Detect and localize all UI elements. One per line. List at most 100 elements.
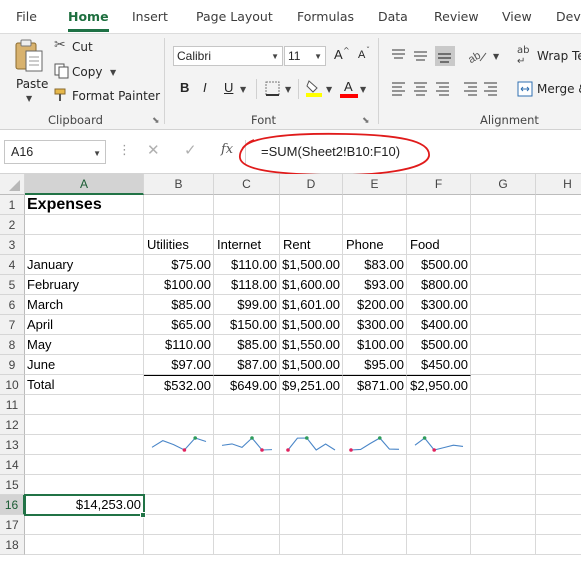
tab-view[interactable]: View [502,0,532,33]
cell-b12[interactable] [144,415,214,435]
insert-function-icon[interactable]: fx [221,142,233,157]
cell-c4[interactable]: $110.00 [214,255,280,275]
fill-color-icon[interactable] [305,78,323,98]
horizontal-align-icons[interactable] [390,80,500,98]
clipboard-launcher-icon[interactable]: ⬊ [152,116,160,126]
cell-h14[interactable] [536,455,581,475]
cell-h3[interactable] [536,235,581,255]
column-header-h[interactable]: H [536,174,581,195]
cell-b6[interactable]: $85.00 [144,295,214,315]
grow-font-button[interactable]: A ^ [332,46,350,66]
row-header-1[interactable]: 1 [0,195,25,215]
cell-a1[interactable]: Expenses [25,195,144,215]
tab-file[interactable]: File [16,0,37,33]
cell-b4[interactable]: $75.00 [144,255,214,275]
cell-b9[interactable]: $97.00 [144,355,214,375]
cell-e18[interactable] [343,535,407,555]
cell-f1[interactable] [407,195,471,215]
cell-b5[interactable]: $100.00 [144,275,214,295]
cell-b16[interactable] [144,495,214,515]
cell-a14[interactable] [25,455,144,475]
cell-d4[interactable]: $1,500.00 [280,255,343,275]
cell-e3[interactable]: Phone [343,235,407,255]
cell-b11[interactable] [144,395,214,415]
cell-b15[interactable] [144,475,214,495]
copy-dropdown-icon[interactable]: ▼ [110,68,116,77]
row-header-6[interactable]: 6 [0,295,25,315]
cell-e6[interactable]: $200.00 [343,295,407,315]
cell-c2[interactable] [214,215,280,235]
underline-button[interactable]: U [224,80,233,95]
font-size-select[interactable]: 11 ▼ [284,46,326,66]
cell-e15[interactable] [343,475,407,495]
font-name-select[interactable]: Calibri ▼ [173,46,283,66]
cell-c11[interactable] [214,395,280,415]
row-header-8[interactable]: 8 [0,335,25,355]
tab-data[interactable]: Data [378,0,408,33]
cell-a10[interactable]: Total [25,375,144,395]
formula-input[interactable]: =SUM(Sheet2!B10:F10) [245,140,581,164]
tab-page-layout[interactable]: Page Layout [196,0,273,33]
cell-d5[interactable]: $1,600.00 [280,275,343,295]
cell-h1[interactable] [536,195,581,215]
cell-a8[interactable]: May [25,335,144,355]
cell-f5[interactable]: $800.00 [407,275,471,295]
row-header-4[interactable]: 4 [0,255,25,275]
cell-e5[interactable]: $93.00 [343,275,407,295]
row-header-10[interactable]: 10 [0,375,25,395]
cell-f9[interactable]: $450.00 [407,355,471,375]
column-header-a[interactable]: A [25,174,144,195]
cell-f2[interactable] [407,215,471,235]
cell-f11[interactable] [407,395,471,415]
cell-c7[interactable]: $150.00 [214,315,280,335]
orientation-dropdown-icon[interactable]: ▼ [493,52,499,61]
row-header-11[interactable]: 11 [0,395,25,415]
cell-e4[interactable]: $83.00 [343,255,407,275]
vertical-align-icons[interactable] [390,46,460,66]
cell-h5[interactable] [536,275,581,295]
row-header-13[interactable]: 13 [0,435,25,455]
orientation-icon[interactable]: ab [466,47,492,65]
cell-a11[interactable] [25,395,144,415]
copy-button[interactable]: Copy ▼ [54,63,122,81]
cell-b8[interactable]: $110.00 [144,335,214,355]
cell-c14[interactable] [214,455,280,475]
cell-a3[interactable] [25,235,144,255]
cell-f16[interactable] [407,495,471,515]
row-header-16[interactable]: 16 [0,495,25,515]
cell-h18[interactable] [536,535,581,555]
cell-d1[interactable] [280,195,343,215]
column-header-f[interactable]: F [407,174,471,195]
cell-c5[interactable]: $118.00 [214,275,280,295]
cell-c16[interactable] [214,495,280,515]
column-header-b[interactable]: B [144,174,214,195]
font-color-dropdown-icon[interactable]: ▼ [360,85,366,94]
cell-f15[interactable] [407,475,471,495]
cell-h2[interactable] [536,215,581,235]
cell-g5[interactable] [471,275,536,295]
cell-g8[interactable] [471,335,536,355]
cell-c9[interactable]: $87.00 [214,355,280,375]
paste-button[interactable]: Paste ▼ [6,37,52,109]
cell-a7[interactable]: April [25,315,144,335]
cell-g14[interactable] [471,455,536,475]
cut-button[interactable]: ✂ Cut [54,37,100,57]
borders-icon[interactable] [264,80,282,98]
cell-h6[interactable] [536,295,581,315]
cell-a4[interactable]: January [25,255,144,275]
cell-e16[interactable] [343,495,407,515]
cell-a12[interactable] [25,415,144,435]
tab-review[interactable]: Review [434,0,479,33]
cell-d16[interactable] [280,495,343,515]
row-header-17[interactable]: 17 [0,515,25,535]
bold-button[interactable]: B [180,80,189,95]
font-launcher-icon[interactable]: ⬊ [362,116,370,126]
cell-g15[interactable] [471,475,536,495]
cell-a2[interactable] [25,215,144,235]
cell-d7[interactable]: $1,500.00 [280,315,343,335]
cell-h15[interactable] [536,475,581,495]
cell-h8[interactable] [536,335,581,355]
borders-dropdown-icon[interactable]: ▼ [285,85,291,94]
cell-d10[interactable]: $9,251.00 [280,375,343,395]
cell-d17[interactable] [280,515,343,535]
